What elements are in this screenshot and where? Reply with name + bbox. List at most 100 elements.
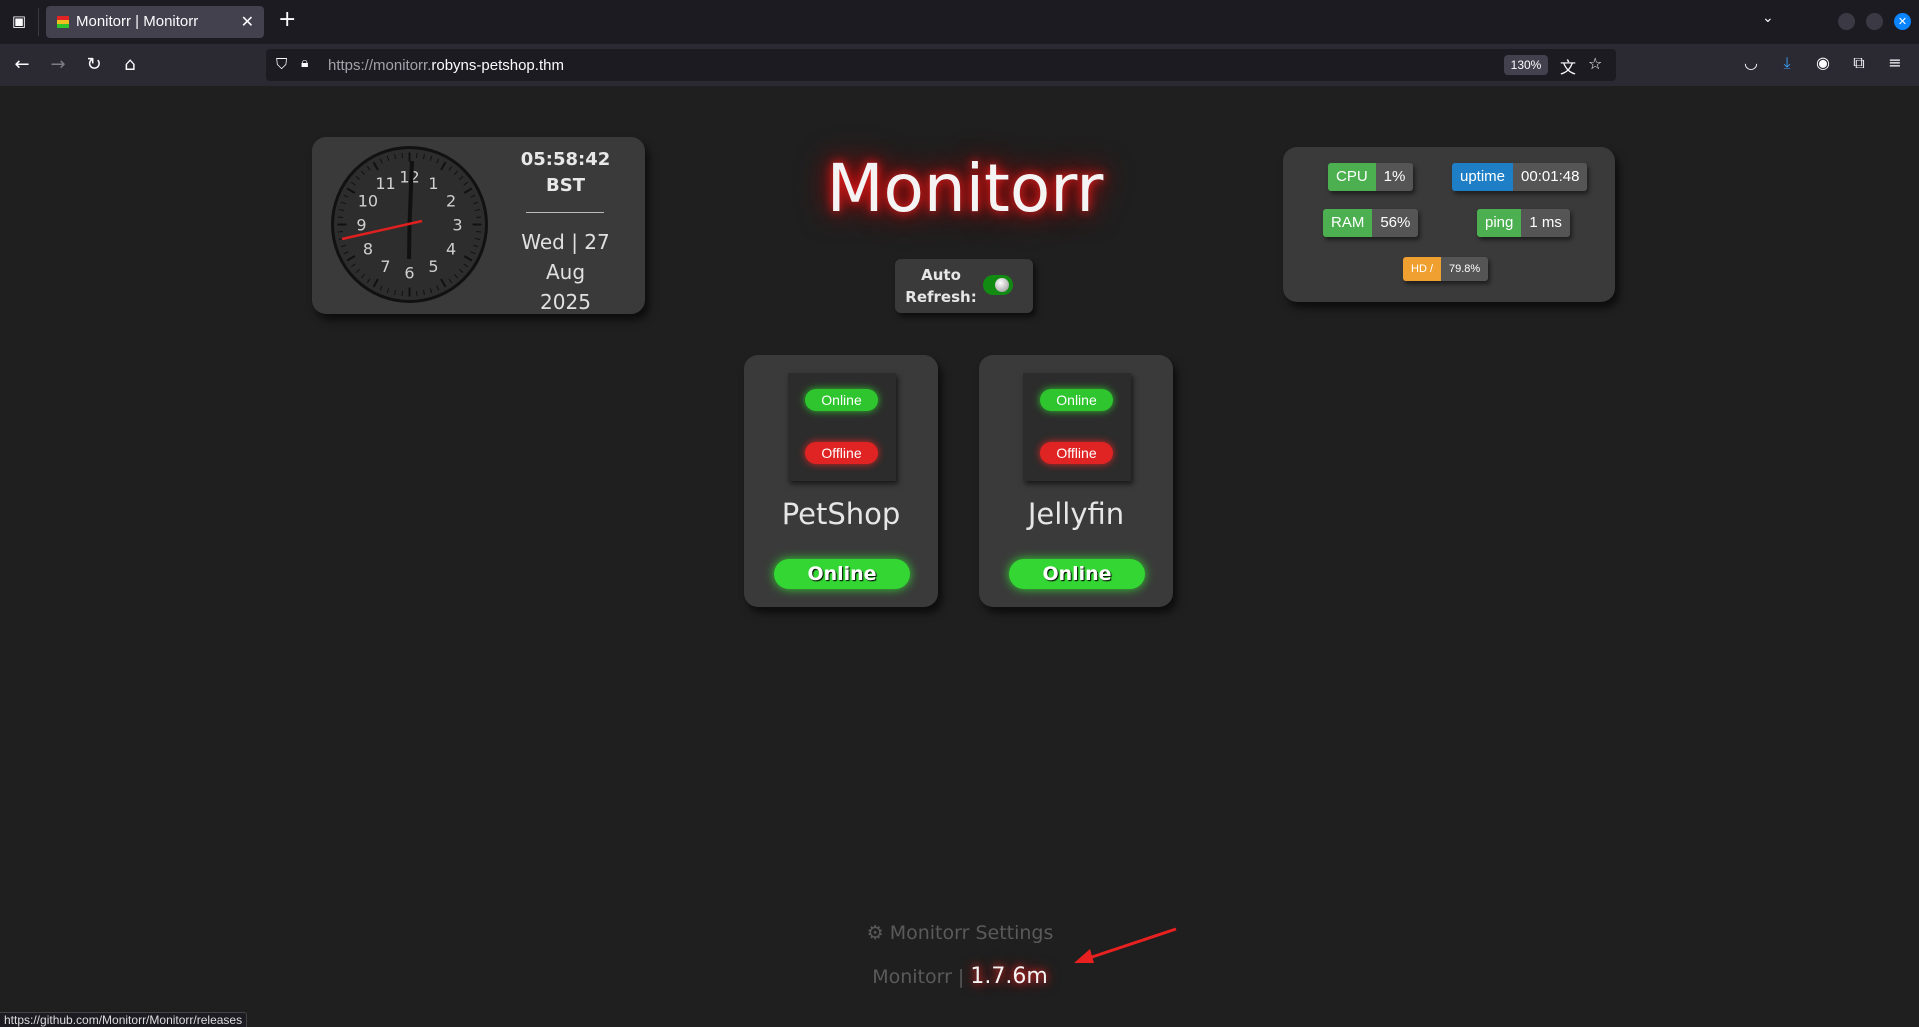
address-bar[interactable]: ⛉ 🔒︎ https://monitorr.robyns-petshop.thm…	[266, 49, 1616, 81]
clock-tick	[476, 231, 482, 233]
settings-label: Monitorr Settings	[889, 922, 1054, 944]
link-status-bar: https://github.com/Monitorr/Monitorr/rel…	[0, 1012, 248, 1027]
clock-tick	[338, 209, 345, 212]
service-name: Jellyfin	[1027, 497, 1125, 531]
chevron-down-icon[interactable]: ⌄	[1762, 10, 1774, 26]
hd-badge: HD /79.8%	[1403, 257, 1489, 281]
settings-link[interactable]: ⚙ Monitorr Settings	[860, 922, 1060, 944]
clock-numeral: 3	[452, 216, 462, 235]
status-badge: Online	[1009, 559, 1145, 589]
status-badge: Online	[774, 559, 910, 589]
clock-tick	[340, 201, 346, 205]
auto-refresh-toggle[interactable]	[983, 275, 1013, 295]
minimize-icon[interactable]	[1838, 13, 1855, 30]
system-stats-panel: CPU 1% uptime 00:01:48 RAM 56% ping 1 ms HD …	[1283, 147, 1615, 302]
clock-numeral: 7	[380, 257, 390, 276]
bookmark-star-icon[interactable]: ☆	[1588, 54, 1602, 73]
maximize-icon[interactable]	[1866, 13, 1883, 30]
page-title: Monitorr	[826, 150, 1104, 227]
clock-tick	[366, 165, 371, 171]
clock-tick	[463, 187, 473, 194]
clock-tick	[470, 251, 476, 255]
clock-tick	[416, 152, 418, 158]
clock-tick	[440, 161, 447, 171]
ping-badge: ping 1 ms	[1477, 209, 1570, 237]
clock-tick	[448, 278, 453, 284]
date-line-2: Aug	[545, 260, 586, 284]
toggle-knob	[995, 278, 1009, 292]
digital-time: 05:58:42 BST	[498, 147, 633, 199]
clock-tick	[429, 155, 433, 161]
clock-tick	[340, 244, 346, 248]
clock-tick	[360, 170, 366, 176]
clock-tick	[355, 268, 361, 274]
shield-icon[interactable]: ⛉	[276, 55, 287, 73]
hour-hand	[407, 224, 412, 260]
pocket-icon[interactable]: ◡	[1740, 53, 1762, 72]
tab-monitorr[interactable]: Monitorr | Monitorr ✕	[46, 6, 264, 38]
clock-tick	[394, 153, 397, 160]
tab-separator	[38, 8, 39, 36]
offline-indicator: Offline	[805, 442, 878, 464]
browser-nav-bar: ← → ↻ ⌂ ⛉ 🔒︎ https://monitorr.robyns-pet…	[0, 44, 1919, 86]
tab-list-icon[interactable]: ▣	[8, 10, 30, 32]
zoom-level[interactable]: 130%	[1504, 55, 1548, 75]
clock-panel: 121234567891011 05:58:42 BST Wed | 27 Au…	[312, 137, 645, 314]
clock-tick	[440, 278, 447, 288]
lock-icon[interactable]: 🔒︎	[301, 55, 308, 71]
reload-icon[interactable]: ↻	[82, 53, 106, 77]
clock-tick	[346, 187, 356, 194]
new-tab-icon[interactable]: +	[278, 7, 296, 32]
clock-tick	[394, 289, 397, 296]
back-icon[interactable]: ←	[10, 53, 34, 77]
clock-tick	[436, 285, 440, 291]
clock-tick	[474, 237, 481, 240]
annotation-arrow-icon	[1074, 927, 1177, 963]
menu-icon[interactable]: ≡	[1884, 53, 1906, 72]
service-card-petshop[interactable]: Online Offline PetShop Online	[744, 355, 938, 607]
clock-tick	[386, 288, 390, 294]
clock-tick	[366, 278, 371, 284]
version-number[interactable]: 1.7.6m	[970, 964, 1047, 989]
clock-tick	[337, 216, 343, 218]
clock-tick	[458, 175, 464, 181]
minute-hand	[407, 160, 414, 225]
clock-tick	[473, 201, 479, 205]
clock-tick	[343, 194, 349, 198]
clock-tick	[453, 273, 459, 279]
clock-tick	[401, 291, 403, 297]
date-text: Wed | 27 Aug 2025	[498, 227, 633, 317]
clock-tick	[470, 194, 476, 198]
clock-tick	[429, 288, 433, 294]
service-status-preview: Online Offline	[788, 373, 896, 481]
close-tab-icon[interactable]: ✕	[241, 12, 254, 31]
favicon-icon	[57, 16, 69, 28]
footer-version[interactable]: Monitorr | 1.7.6m	[860, 964, 1060, 989]
time-text: 05:58:42	[520, 149, 611, 170]
service-card-jellyfin[interactable]: Online Offline Jellyfin Online	[979, 355, 1173, 607]
extensions-icon[interactable]: ⧉	[1848, 53, 1870, 73]
translate-icon[interactable]: 文	[1560, 54, 1576, 78]
url-text[interactable]: https://monitorr.robyns-petshop.thm	[328, 57, 564, 74]
account-icon[interactable]: ◉	[1812, 53, 1834, 72]
online-indicator: Online	[1040, 389, 1113, 411]
clock-tick	[474, 209, 481, 212]
clock-tick	[401, 152, 403, 158]
clock-tick	[422, 289, 425, 296]
clock-tick	[343, 251, 349, 255]
date-line-1: Wed | 27	[521, 230, 610, 254]
close-window-icon[interactable]: ✕	[1894, 13, 1911, 30]
clock-tick	[476, 216, 482, 218]
clock-tick	[448, 165, 453, 171]
clock-tick	[379, 158, 383, 164]
clock-tick	[463, 181, 469, 186]
clock-numeral: 10	[358, 192, 378, 211]
gear-icon: ⚙	[866, 922, 884, 944]
clock-tick	[350, 181, 356, 186]
clock-tick	[337, 231, 343, 233]
browser-tab-bar: ▣ Monitorr | Monitorr ✕ + ⌄ ✕	[0, 0, 1919, 44]
home-icon[interactable]: ⌂	[118, 53, 142, 77]
downloads-icon[interactable]: ⤓	[1776, 53, 1798, 73]
auto-refresh-control: Auto Refresh:	[895, 259, 1033, 313]
forward-icon[interactable]: →	[46, 53, 70, 77]
